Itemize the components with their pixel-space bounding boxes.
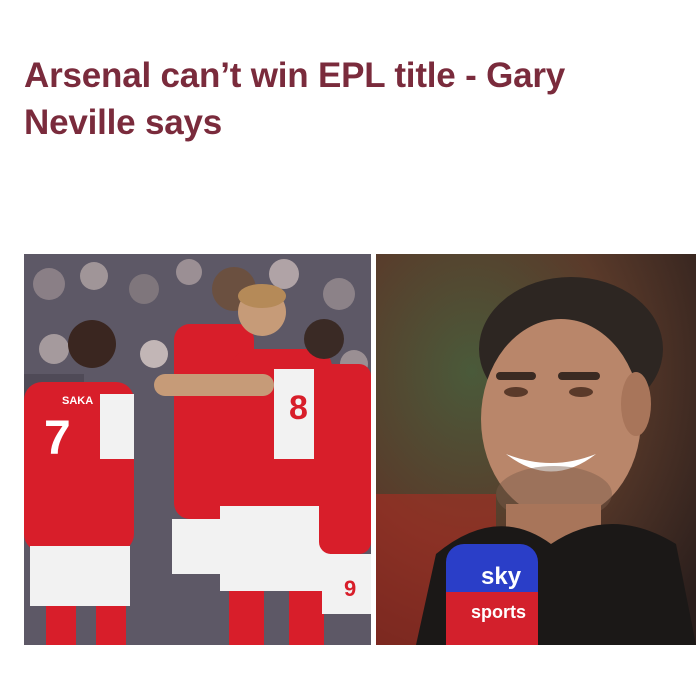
headline-line-2: Neville says: [24, 103, 223, 142]
mic-logo-sports: sports: [471, 602, 526, 622]
arsenal-players-illustration: SAKA 7 8 9: [24, 254, 371, 645]
shirt-number-8: 8: [289, 389, 308, 427]
shirt-name-text: SAKA: [62, 395, 93, 407]
mic-logo-sky: sky: [481, 563, 522, 590]
shirt-number-7: 7: [44, 412, 71, 465]
shirt-number-9: 9: [344, 576, 356, 601]
gary-neville-illustration: sky sports: [376, 254, 696, 645]
headline-line-1: Arsenal can’t win EPL title - Gary: [24, 56, 566, 95]
arsenal-players-photo: SAKA 7 8 9: [24, 254, 371, 645]
article-headline: Arsenal can’t win EPL title - Gary Nevil…: [24, 52, 664, 146]
gary-neville-photo: sky sports: [376, 254, 696, 645]
